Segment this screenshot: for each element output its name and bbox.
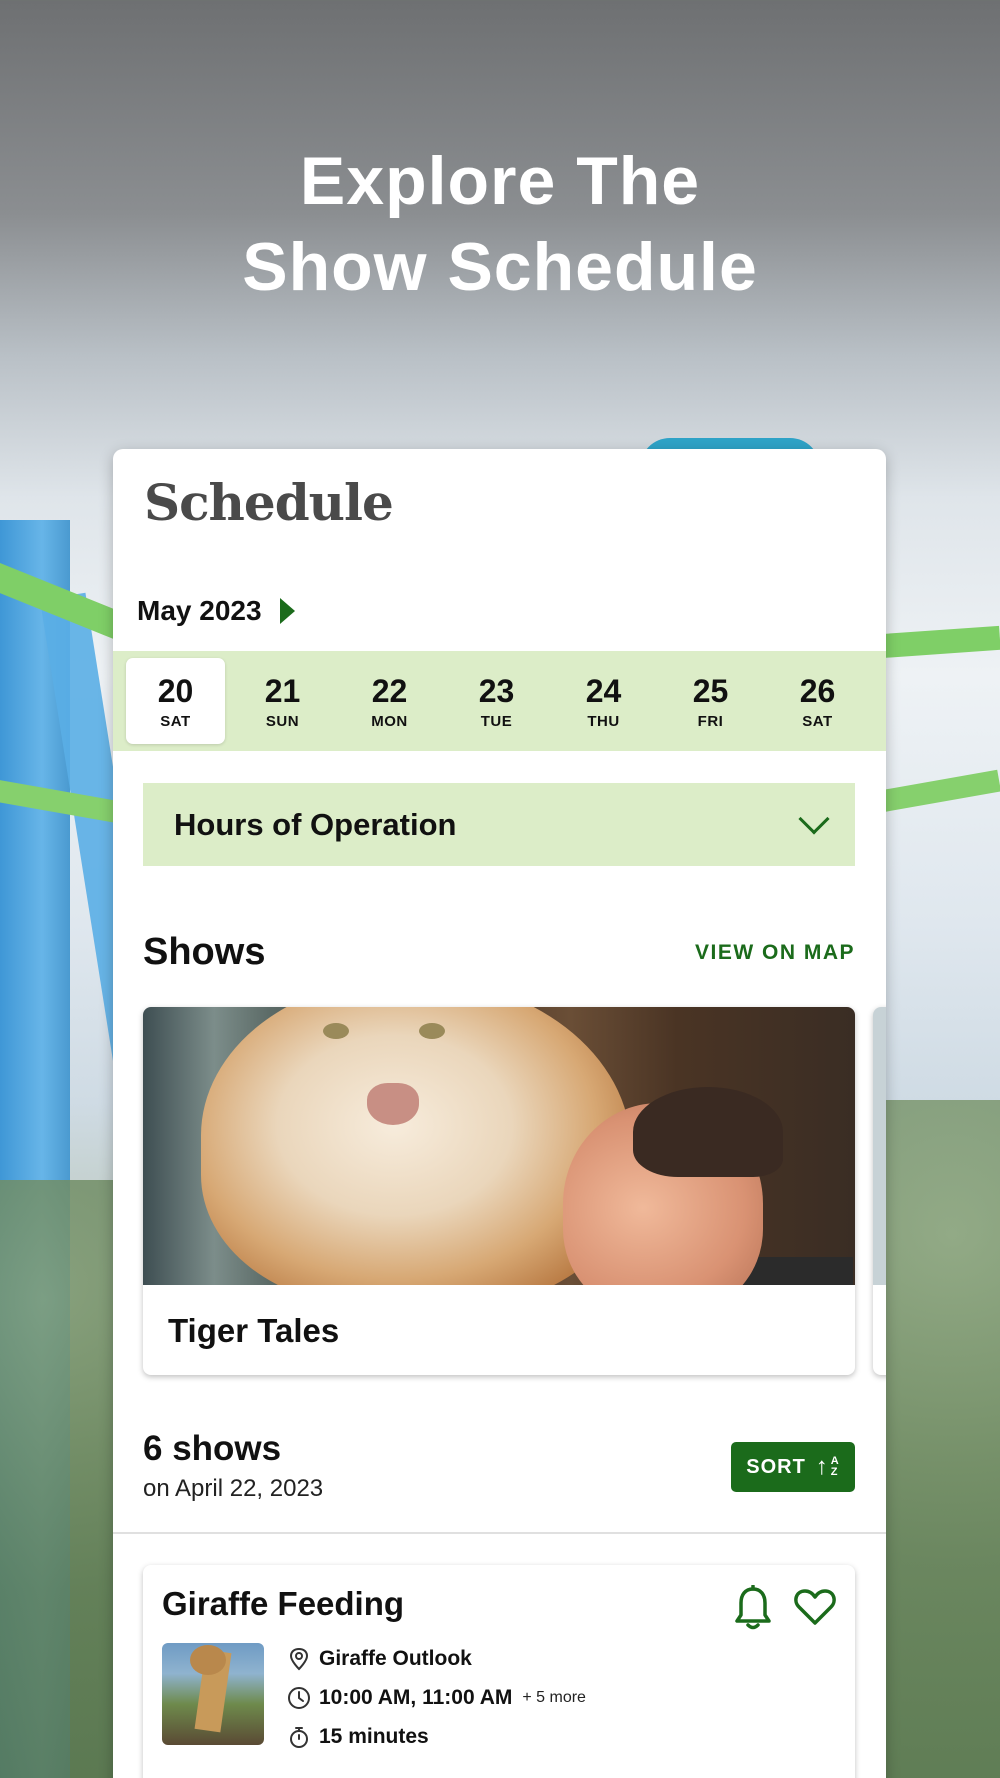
date-tab-22[interactable]: 22 MON [340, 658, 439, 744]
date-weekday: SUN [265, 712, 300, 730]
date-tab-21[interactable]: 21 SUN [233, 658, 332, 744]
hours-label: Hours of Operation [174, 806, 457, 842]
date-weekday: MON [371, 712, 408, 730]
event-duration: 15 minutes [319, 1724, 429, 1748]
hours-of-operation-accordion[interactable]: Hours of Operation [143, 783, 855, 866]
clock-icon [288, 1686, 310, 1709]
headline-line-1: Explore The [299, 143, 701, 219]
date-number: 23 [478, 672, 515, 709]
date-number: 26 [799, 672, 836, 709]
tiger-nose [367, 1083, 419, 1125]
man-hair [633, 1087, 783, 1177]
tiger-eye [323, 1023, 349, 1039]
date-number: 24 [585, 672, 622, 709]
event-times: 10:00 AM, 11:00 AM [319, 1685, 513, 1709]
event-details: Giraffe Outlook 10:00 AM, 11:00 AM + 5 m… [287, 1639, 586, 1756]
date-weekday: SAT [160, 712, 191, 730]
date-strip: 20 SAT 21 SUN 22 MON 23 TUE 24 THU 25 FR… [113, 651, 886, 751]
event-more-times[interactable]: + 5 more [522, 1689, 586, 1707]
date-tab-23[interactable]: 23 TUE [447, 658, 546, 744]
month-label: May 2023 [137, 595, 262, 626]
date-number: 25 [692, 672, 729, 709]
event-location: Giraffe Outlook [319, 1646, 472, 1670]
shows-title: Shows [143, 931, 266, 973]
date-weekday: THU [587, 712, 620, 730]
featured-show-card[interactable]: Tiger Tales [143, 1007, 855, 1375]
date-weekday: TUE [480, 712, 513, 730]
schedule-card: Schedule May 2023 20 SAT 21 SUN 22 MON 2… [113, 449, 886, 1778]
next-show-card[interactable] [873, 1007, 886, 1375]
page-title: Schedule [144, 473, 394, 532]
date-tab-25[interactable]: 25 FRI [661, 658, 760, 744]
promo-headline: Explore The Show Schedule [0, 138, 1000, 310]
giraffe-head [190, 1645, 226, 1675]
date-tab-24[interactable]: 24 THU [554, 658, 653, 744]
sort-button[interactable]: SORT ↑ AZ [731, 1442, 855, 1492]
chevron-right-icon[interactable] [279, 598, 295, 624]
date-tab-20[interactable]: 20 SAT [126, 658, 225, 744]
background-coaster-rail [879, 769, 1000, 813]
stopwatch-icon [290, 1726, 308, 1748]
background-coaster-rail [879, 625, 1000, 659]
date-number: 22 [371, 672, 408, 709]
month-selector: May 2023 [137, 595, 295, 627]
event-duration-row: 15 minutes [287, 1717, 586, 1756]
divider [113, 1532, 886, 1534]
event-location-row: Giraffe Outlook [287, 1639, 586, 1678]
event-card[interactable]: Giraffe Feeding Giraffe Outlook 10:00 AM… [143, 1565, 855, 1778]
show-image [143, 1007, 855, 1285]
shows-header: Shows VIEW ON MAP [143, 931, 855, 974]
tiger-eye [419, 1023, 445, 1039]
show-image [873, 1007, 886, 1285]
view-on-map-link[interactable]: VIEW ON MAP [695, 941, 855, 965]
event-times-row: 10:00 AM, 11:00 AM + 5 more [287, 1678, 586, 1717]
date-number: 21 [264, 672, 301, 709]
background-trees [0, 1180, 115, 1778]
chevron-down-icon [798, 802, 830, 835]
show-count-title: 6 shows [143, 1429, 282, 1468]
date-number: 20 [157, 672, 194, 709]
date-tab-26[interactable]: 26 SAT [768, 658, 867, 744]
bell-icon[interactable] [733, 1585, 773, 1631]
sort-label: SORT [746, 1455, 806, 1478]
background-trees [880, 1100, 1000, 1778]
event-thumbnail [162, 1643, 264, 1745]
sort-az-icon: ↑ AZ [815, 1453, 840, 1480]
show-name: Tiger Tales [168, 1312, 340, 1349]
date-weekday: SAT [802, 712, 833, 730]
location-pin-icon [289, 1647, 309, 1670]
heart-icon[interactable] [793, 1585, 837, 1629]
show-count: 6 shows on April 22, 2023 [143, 1429, 323, 1503]
event-title: Giraffe Feeding [162, 1585, 405, 1622]
date-weekday: FRI [697, 712, 724, 730]
headline-line-2: Show Schedule [242, 229, 758, 305]
show-count-date: on April 22, 2023 [143, 1475, 324, 1502]
